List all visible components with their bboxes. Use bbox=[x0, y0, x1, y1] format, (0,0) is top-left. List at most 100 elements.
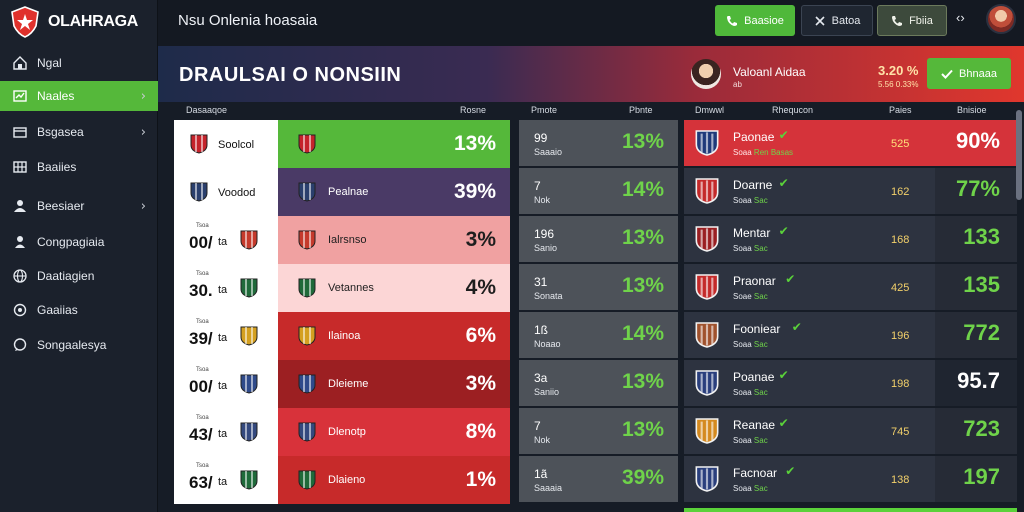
club-sub: Soae Sac bbox=[733, 292, 768, 301]
banner-odds: 3.20 % bbox=[878, 63, 919, 78]
tools-button-label: Batoa bbox=[831, 14, 861, 27]
probability-value: 8% bbox=[465, 420, 496, 443]
club-sub: Soaa Sac bbox=[733, 196, 768, 205]
stat-percent: 39% bbox=[621, 466, 664, 489]
table-row[interactable]: 1ã Saaaia 39% bbox=[519, 456, 678, 502]
odds-value: 525 bbox=[891, 138, 910, 150]
team-small-label: Tsoa bbox=[196, 223, 209, 229]
banner-action-button[interactable]: Bhnaaa bbox=[927, 58, 1011, 89]
top-bar: Nsu Onlenia hoasaia Baasioe Batoa Fbiia … bbox=[158, 0, 1024, 46]
stat-value: 1ã bbox=[534, 467, 548, 481]
table-row[interactable]: Voodod Pealnae 39% bbox=[174, 168, 510, 216]
club-badge-icon bbox=[298, 230, 316, 250]
club-sub: Soaa Sac bbox=[733, 436, 768, 445]
banner: DRAULSAI O NONSIIN Valoanl Aidaa ab 3.20… bbox=[158, 46, 1024, 102]
percent-value: 723 bbox=[963, 416, 1000, 441]
sidebar-item-label: Ngal bbox=[37, 56, 62, 70]
stat-percent: 13% bbox=[621, 226, 664, 249]
table-row[interactable]: 99 Saaaio 13% bbox=[519, 120, 678, 166]
stat-value: 3a bbox=[534, 371, 548, 385]
more-icon[interactable]: ‹› bbox=[956, 10, 965, 25]
percent-cell: 723 bbox=[935, 408, 1017, 454]
sidebar-item-8[interactable]: Songaalesya bbox=[0, 330, 158, 360]
club-sub-a: Soaa bbox=[733, 244, 752, 253]
logo[interactable]: OLAHRAGA bbox=[10, 4, 138, 40]
table-row[interactable]: Tsoa 63/ta Dlaieno 1% bbox=[174, 456, 510, 504]
banner-avatar[interactable] bbox=[691, 59, 721, 89]
person-icon bbox=[14, 200, 26, 212]
odds-value: 138 bbox=[891, 474, 910, 486]
table-row[interactable]: 7 Nok 14% bbox=[519, 168, 678, 214]
table-row[interactable]: Tsoa 00/ta Dleieme 3% bbox=[174, 360, 510, 408]
table-row[interactable]: 7 Nok 13% bbox=[519, 408, 678, 454]
sidebar-item-3[interactable]: Baaiies bbox=[0, 152, 158, 182]
club-badge-icon bbox=[298, 422, 316, 442]
team-suffix: ta bbox=[218, 476, 228, 488]
club-badge-icon bbox=[695, 465, 719, 493]
shield-logo-icon bbox=[11, 6, 39, 38]
odds-value: 168 bbox=[891, 234, 910, 246]
odds-value: 198 bbox=[891, 378, 910, 390]
sidebar-item-2[interactable]: Bsgasea › bbox=[0, 117, 158, 147]
stat-label: Noaao bbox=[534, 339, 561, 349]
table-row[interactable]: 31 Sonata 13% bbox=[519, 264, 678, 310]
tools-button[interactable]: Batoa bbox=[801, 5, 873, 36]
club-name: Paonae bbox=[733, 130, 775, 144]
percent-value: 95.7 bbox=[957, 368, 1000, 393]
bottom-accent bbox=[684, 508, 1017, 512]
stat-value: 1ß bbox=[534, 323, 549, 337]
percent-value: 135 bbox=[963, 272, 1000, 297]
team-score: 43/ bbox=[189, 425, 213, 444]
table-row[interactable]: Poanae ✔ Soaa Sac 198 95.7 bbox=[684, 360, 1017, 406]
team-name: Voodod bbox=[218, 187, 256, 199]
avatar[interactable] bbox=[986, 4, 1016, 34]
table-row[interactable]: 3a Saniio 13% bbox=[519, 360, 678, 406]
table-row[interactable]: Reanae ✔ Soaa Sac 745 723 bbox=[684, 408, 1017, 454]
table-row[interactable]: Fooniear ✔ Soaa Sac 196 772 bbox=[684, 312, 1017, 358]
sidebar-item-6[interactable]: Daatiagien bbox=[0, 261, 158, 291]
club-sub: Soaa Ren Basas bbox=[733, 148, 793, 157]
header-left-a: Dasaaqoe bbox=[186, 105, 228, 115]
phone-button[interactable]: Baasioe bbox=[715, 5, 795, 36]
table-row[interactable]: 196 Sanio 13% bbox=[519, 216, 678, 262]
percent-value: 90% bbox=[955, 128, 1000, 153]
grid-icon bbox=[13, 161, 27, 173]
probability-value: 4% bbox=[465, 276, 496, 299]
table-row[interactable]: Tsoa 30. ta Vetannes 4% bbox=[174, 264, 510, 312]
sidebar-item-1[interactable]: Naales › bbox=[0, 81, 158, 111]
sidebar-item-label: Baaiies bbox=[37, 160, 77, 174]
sidebar-item-7[interactable]: Gaaiias bbox=[0, 295, 158, 325]
table-row[interactable]: Tsoa 39/ta Ilainoa 6% bbox=[174, 312, 510, 360]
table-row[interactable]: Mentar ✔ Soaa Sac 168 133 bbox=[684, 216, 1017, 262]
sidebar-item-5[interactable]: Congpagiaia bbox=[0, 227, 158, 257]
table-row[interactable]: Facnoar ✔ Soaa Sac 138 197 bbox=[684, 456, 1017, 502]
club-sub-b: Sac bbox=[753, 292, 768, 301]
percent-cell: 772 bbox=[935, 312, 1017, 358]
club-name: Dlaieno bbox=[328, 474, 366, 486]
right-table: Paonae ✔ Soaa Ren Basas 525 90% Doarne ✔ Soaa S… bbox=[684, 120, 1017, 512]
verified-check-icon: ✔ bbox=[778, 368, 789, 382]
table-row[interactable]: Doarne ✔ Soaa Sac 162 77% bbox=[684, 168, 1017, 214]
odds-value: 162 bbox=[891, 186, 910, 198]
club-sub: Soaa Sac bbox=[733, 244, 768, 253]
sidebar-item-label: Naales bbox=[37, 89, 75, 103]
stat-label: Nok bbox=[534, 435, 551, 445]
table-row[interactable]: Tsoa 43/ta Dlenotp 8% bbox=[174, 408, 510, 456]
team-crest-icon bbox=[240, 230, 258, 250]
user-icon bbox=[15, 236, 25, 248]
club-sub: Soaa Sac bbox=[733, 484, 768, 493]
team-score: 30. bbox=[189, 281, 213, 300]
table-row[interactable]: Paonae ✔ Soaa Ren Basas 525 90% bbox=[684, 120, 1017, 166]
table-row[interactable]: Tsoa 00/ta Ialrsnso 3% bbox=[174, 216, 510, 264]
header-right-c: Paies bbox=[889, 105, 912, 115]
banner-title: DRAULSAI O NONSIIN bbox=[179, 64, 402, 86]
percent-cell: 133 bbox=[935, 216, 1017, 262]
call-button[interactable]: Fbiia bbox=[877, 5, 947, 36]
table-row[interactable]: Praonar ✔ Soae Sac 425 135 bbox=[684, 264, 1017, 310]
sidebar-item-0[interactable]: Ngal bbox=[0, 48, 158, 78]
scrollbar[interactable] bbox=[1016, 110, 1022, 200]
sidebar-item-4[interactable]: Beesiaer › bbox=[0, 191, 158, 221]
table-row[interactable]: 1ß Noaao 14% bbox=[519, 312, 678, 358]
club-name: Ilainoa bbox=[328, 330, 361, 342]
table-row[interactable]: Soolcol 13% bbox=[174, 120, 510, 168]
